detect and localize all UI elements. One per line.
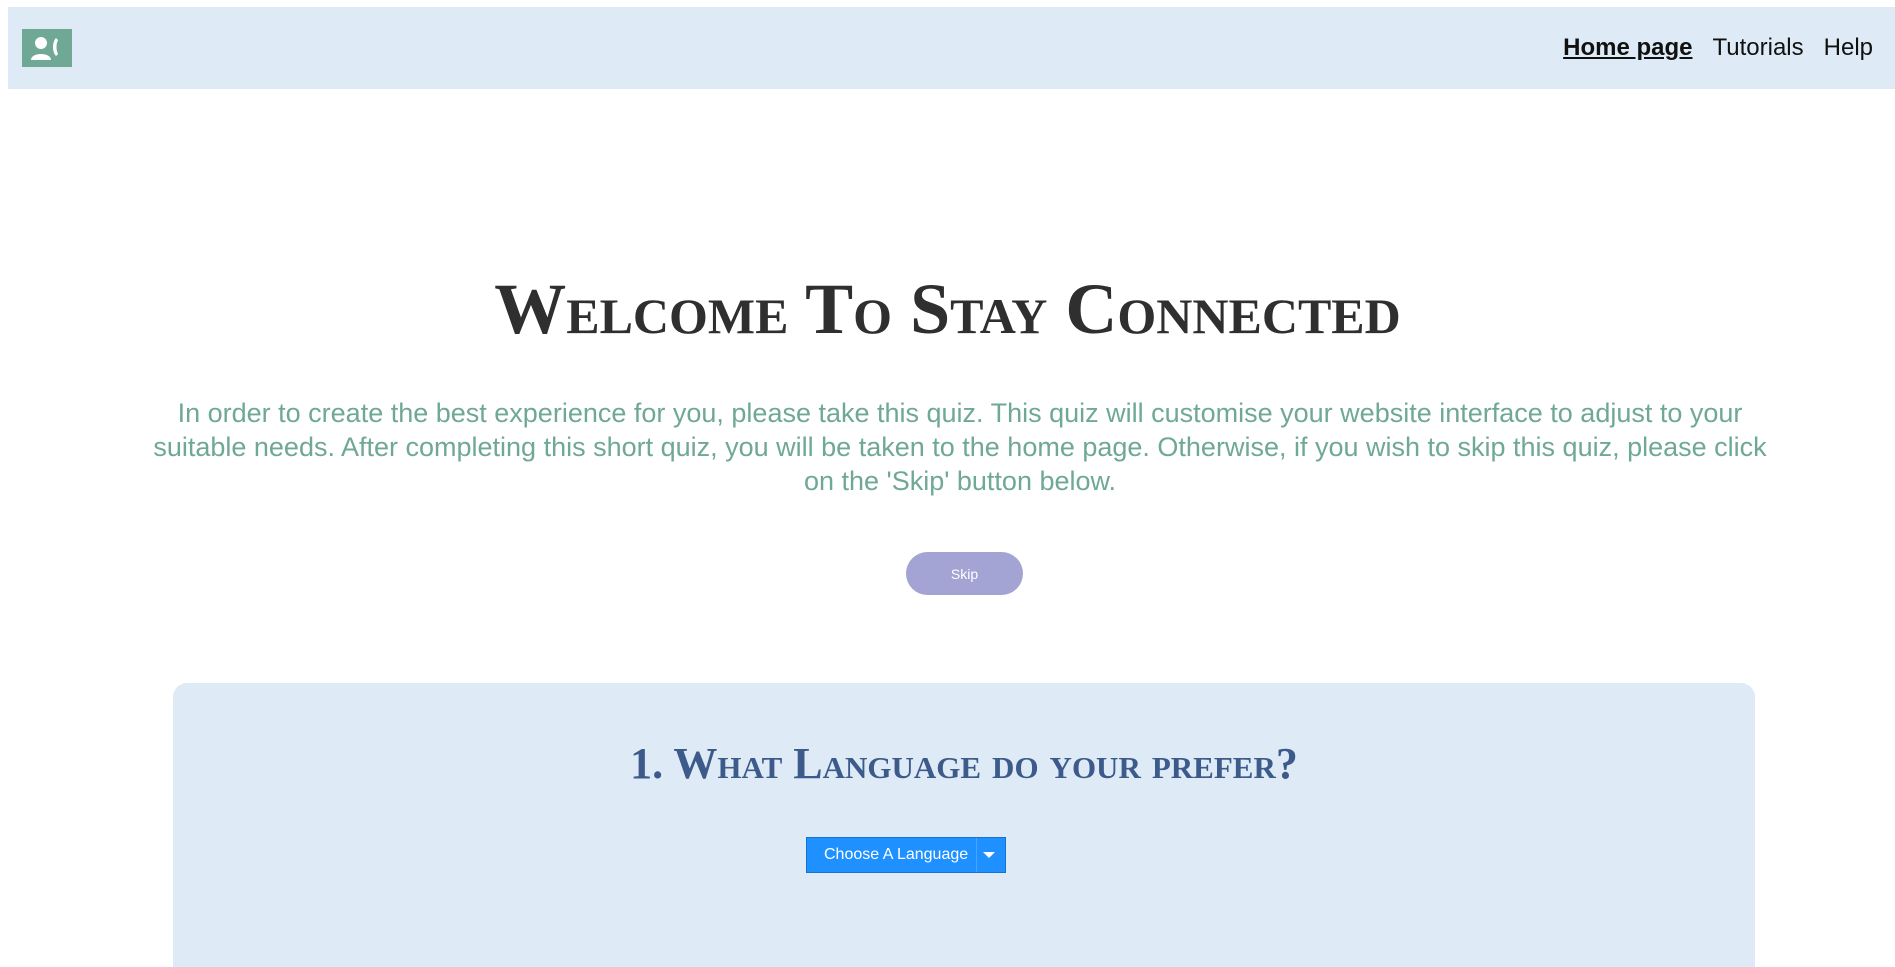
- intro-text: In order to create the best experience f…: [153, 398, 1767, 496]
- nav-help-link[interactable]: Help: [1824, 34, 1873, 62]
- top-navbar: Home page Tutorials Help: [8, 7, 1895, 89]
- quiz-question-title: 1. What Language do your prefer?: [630, 739, 1298, 788]
- page-title: Welcome To Stay Connected: [494, 269, 1401, 349]
- language-dropdown[interactable]: Choose A Language: [806, 837, 1006, 873]
- skip-button[interactable]: Skip: [906, 552, 1023, 595]
- chevron-down-icon: [983, 852, 995, 858]
- contact-phone-icon[interactable]: [22, 29, 72, 67]
- language-dropdown-label: Choose A Language: [824, 846, 969, 863]
- nav-tutorials-link[interactable]: Tutorials: [1713, 34, 1804, 62]
- quiz-card: 1. What Language do your prefer? Choose …: [173, 683, 1755, 967]
- nav-links: Home page Tutorials Help: [1563, 34, 1873, 62]
- dropdown-divider: [976, 838, 977, 872]
- nav-home-page-link[interactable]: Home page: [1563, 34, 1692, 62]
